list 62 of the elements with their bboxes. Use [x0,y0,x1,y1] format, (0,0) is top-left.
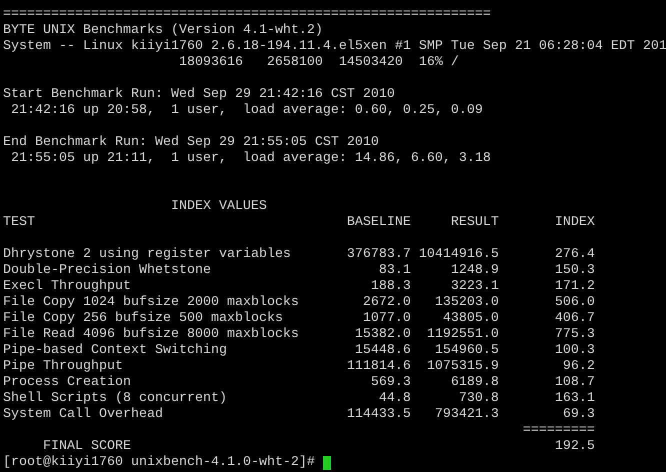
table-cell-text: 15448.6 [354,343,411,359]
table-cell-text: 43805.0 [442,311,499,327]
table-cell-text: 1248.9 [450,263,499,279]
table-cell-text: 44.8 [378,391,411,407]
table-cell-text: Shell Scripts (8 concurrent) [3,391,228,407]
uptime-line: 21:42:16 up 20:58, 1 user, load average: 0.60, 0.25, 0.09 [10,103,483,119]
divider-rule: ============================================================= [3,7,491,23]
table-cell-text: 100.3 [554,343,595,359]
table-cell-text: Pipe-based Context Switching [3,343,228,359]
table-cell-text: Dhrystone 2 using register variables [3,247,292,263]
table-cell-text: File Copy 256 bufsize 500 maxblocks [3,311,284,327]
table-cell-text: 163.1 [554,391,595,407]
table-cell-text: 276.4 [554,247,595,263]
table-cell-text: 6189.8 [450,375,499,391]
column-header: INDEX [554,215,595,231]
table-cell-text: Double-Precision Whetstone [3,263,212,279]
system-info: System -- Linux kiiyi1760 2.6.18-194.11.4.el5xen #1 SMP Tue Sep 21 06:28:04 EDT 201 [3,39,666,55]
table-cell-text: 188.3 [370,279,411,295]
table-cell-text: File Read 4096 bufsize 8000 maxblocks [3,327,300,343]
table-cell-text: System Call Overhead [3,407,164,423]
table-cell-text: 10414916.5 [418,247,499,263]
disk-usage: 18093616 2658100 14503420 16% / [178,55,459,71]
table-cell-text: Execl Throughput [3,279,132,295]
run-timestamp: End Benchmark Run: Wed Sep 29 21:55:05 CST 2010 [3,135,379,151]
column-header: TEST [3,215,36,231]
table-cell-text: 108.7 [554,375,595,391]
table-cell-text: 150.3 [554,263,595,279]
table-cell-text: 69.3 [562,407,595,423]
table-cell-text: 730.8 [458,391,499,407]
uptime-line: 21:55:05 up 21:11, 1 user, load average: 14.86, 6.60, 3.18 [10,151,491,167]
final-score-value: 192.5 [554,439,595,455]
score-rule: ========= [522,423,595,439]
table-cell-text: Process Creation [3,375,132,391]
benchmark-title: BYTE UNIX Benchmarks (Version 4.1-wht.2) [3,23,323,39]
table-cell-text: 171.2 [554,279,595,295]
table-cell-text: 83.1 [378,263,411,279]
run-timestamp: Start Benchmark Run: Wed Sep 29 21:42:16 CST 2010 [3,87,395,103]
table-cell-text: Pipe Throughput [3,359,124,375]
shell-prompt: [root@kiiyi1760 unixbench-4.1.0-wht-2]# [3,455,315,471]
column-header: BASELINE [346,215,411,231]
final-score-label: FINAL SCORE [42,439,132,455]
table-cell-text: 3223.1 [450,279,499,295]
table-cell-text: 111814.6 [346,359,411,375]
table-cell-text: 376783.7 [346,247,411,263]
table-cell-text: 2672.0 [362,295,411,311]
table-cell-text: 793421.3 [434,407,499,423]
table-cell-text: 96.2 [562,359,595,375]
table-cell-text: 406.7 [554,311,595,327]
table-cell-text: 114433.5 [346,407,411,423]
column-header: RESULT [450,215,499,231]
table-cell-text: 154960.5 [434,343,499,359]
text-cursor [322,456,331,470]
table-cell-text: 775.3 [554,327,595,343]
table-cell-text: 1075315.9 [426,359,499,375]
table-cell-text: 15382.0 [354,327,411,343]
table-cell-text: 506.0 [554,295,595,311]
table-cell-text: 1192551.0 [426,327,499,343]
section-title: INDEX VALUES [170,199,267,215]
table-cell-text: 135203.0 [434,295,499,311]
table-cell-text: 569.3 [370,375,411,391]
table-cell-text: 1077.0 [362,311,411,327]
table-cell-text: File Copy 1024 bufsize 2000 maxblocks [3,295,300,311]
